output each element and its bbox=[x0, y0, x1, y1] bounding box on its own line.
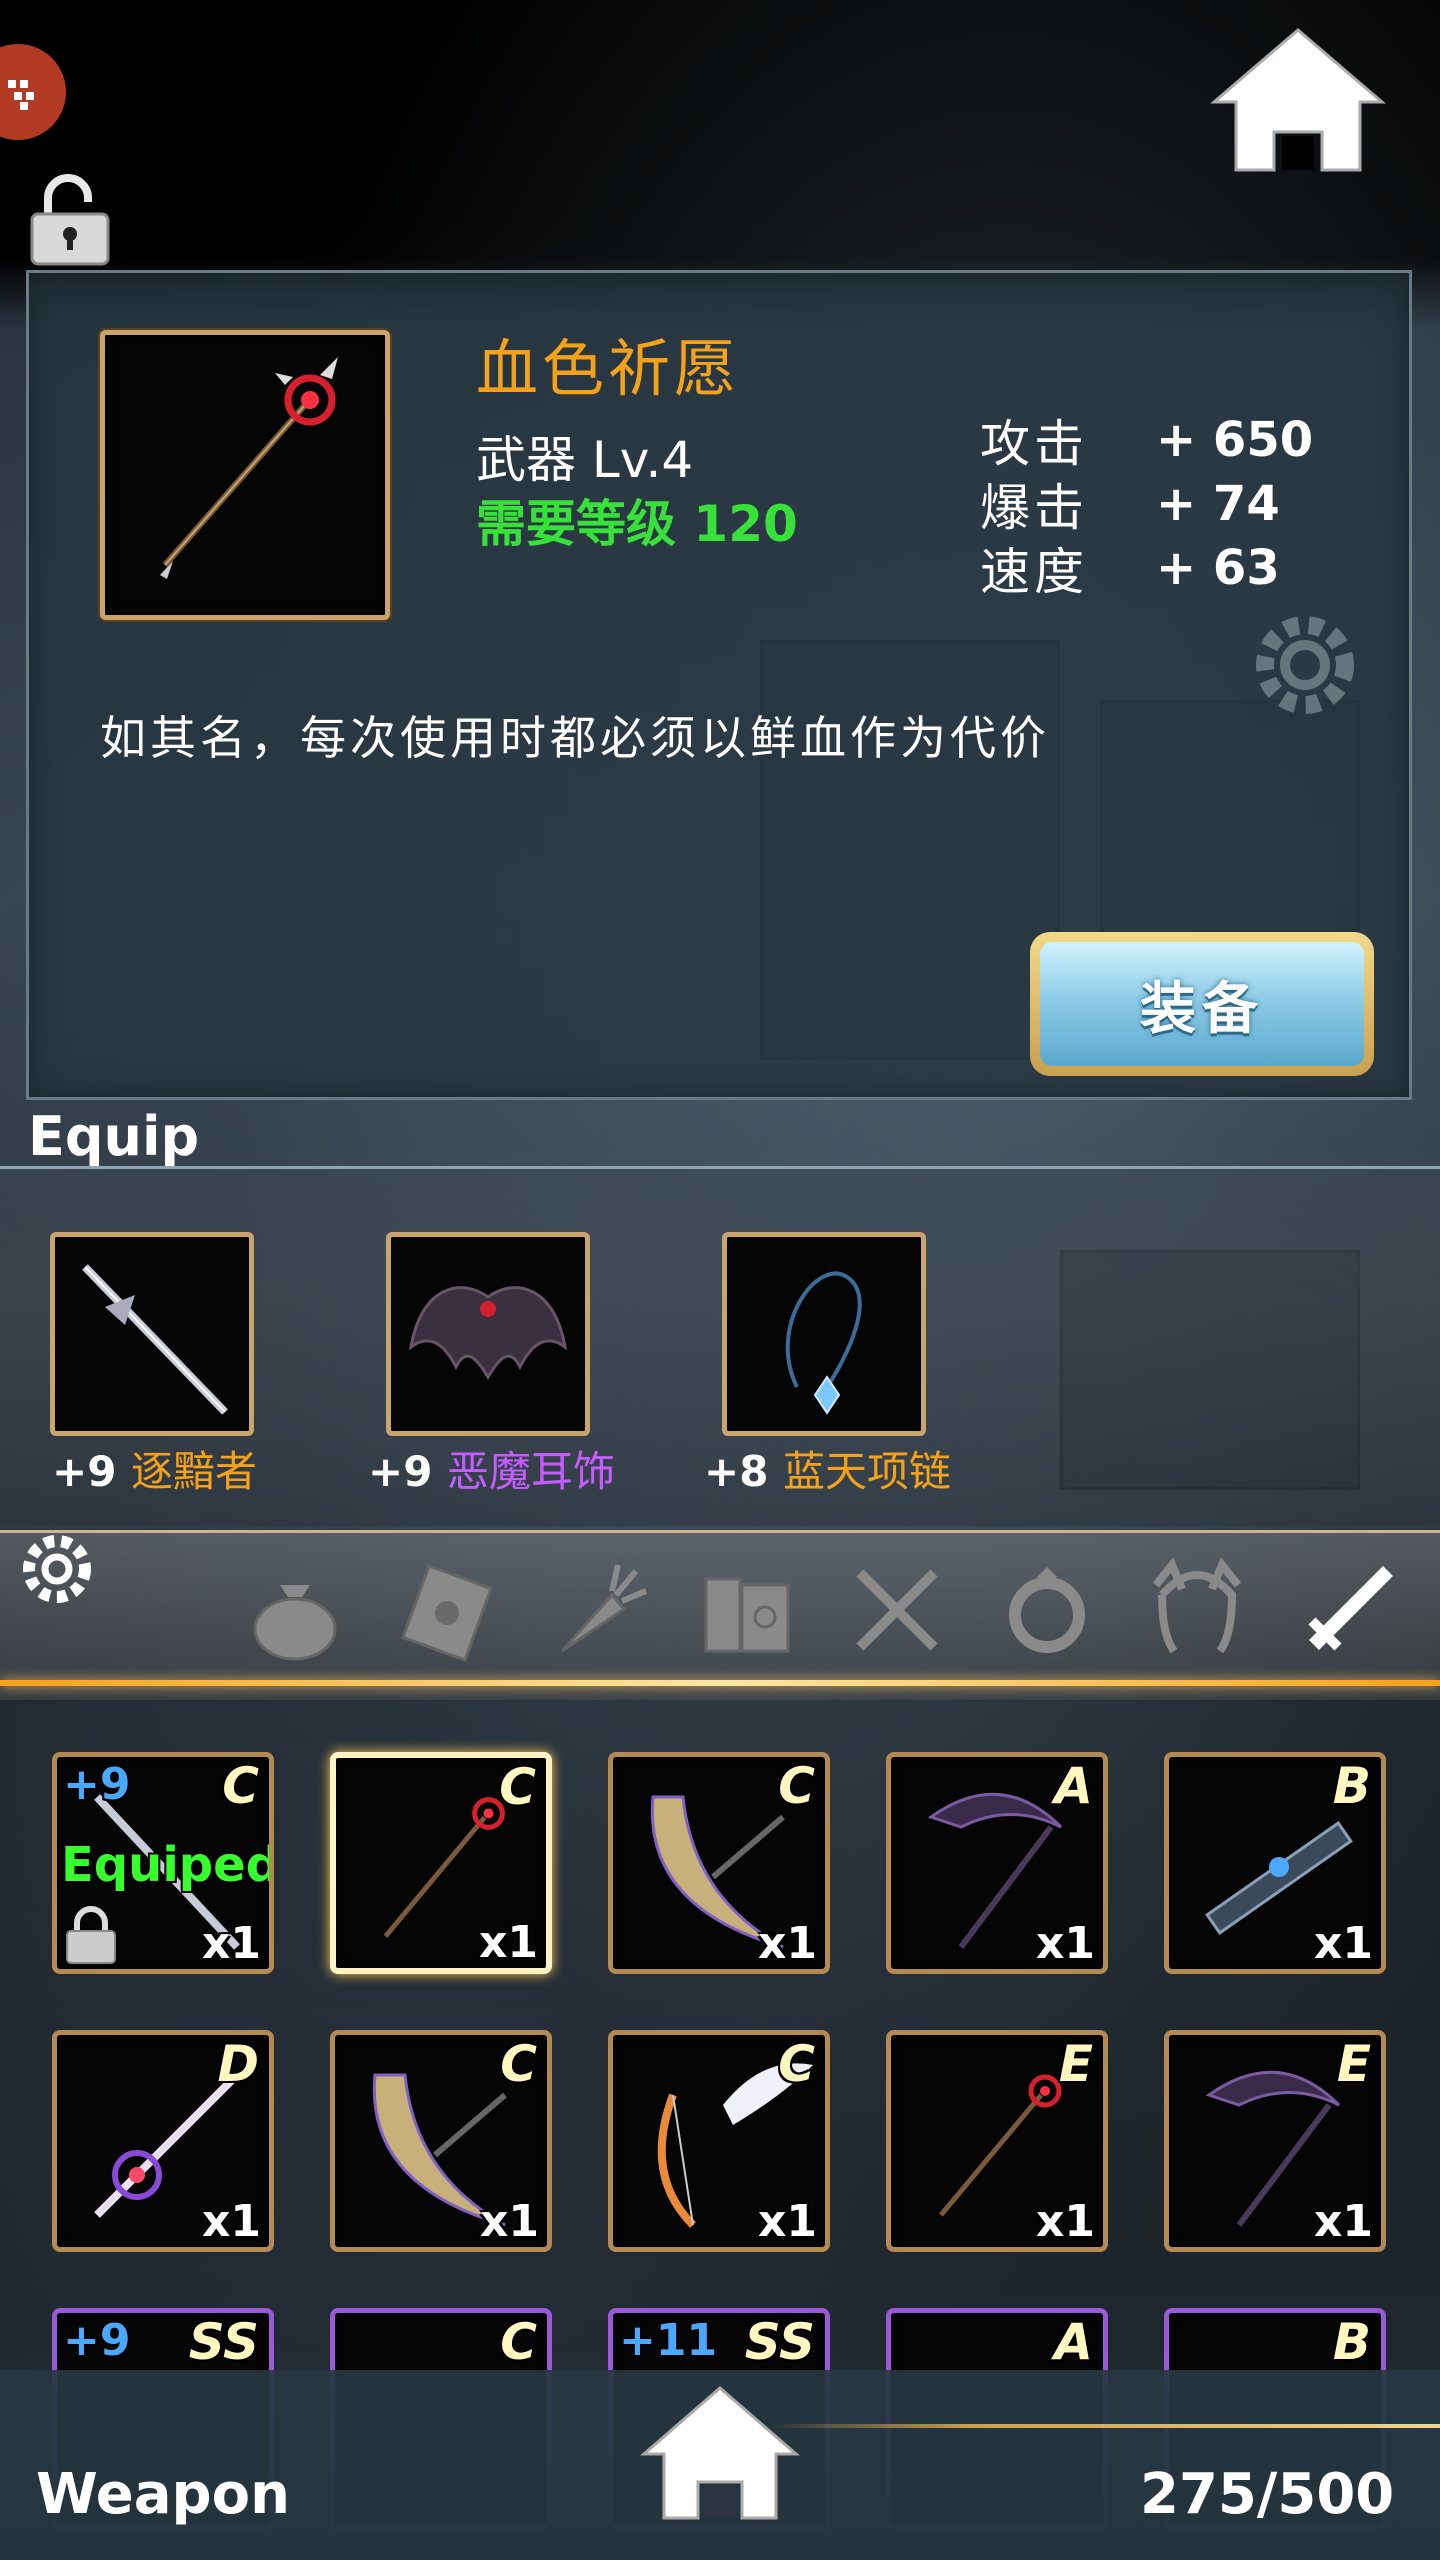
item-quantity: x1 bbox=[758, 1918, 817, 1969]
equip-button-label: 装备 bbox=[1040, 942, 1364, 1066]
stat-value: + 650 bbox=[1156, 412, 1314, 468]
item-quantity: x1 bbox=[202, 2196, 261, 2247]
inventory-slot[interactable]: C x1 bbox=[608, 1752, 830, 1974]
item-grade: A bbox=[1054, 2313, 1093, 2371]
tab-scroll[interactable] bbox=[392, 1555, 502, 1665]
item-grade: C bbox=[778, 2035, 815, 2093]
item-portrait bbox=[100, 330, 390, 620]
inventory-slot[interactable]: E x1 bbox=[1164, 2030, 1386, 2252]
equipped-weapon-label: +9 逐黯者 bbox=[52, 1438, 257, 1499]
item-grade: C bbox=[778, 1757, 815, 1815]
item-grade: D bbox=[217, 2035, 259, 2093]
item-stats: 攻击 + 650 爆击 + 74 速度 + 63 bbox=[980, 408, 1314, 601]
equip-button[interactable]: 装备 bbox=[1030, 932, 1374, 1076]
item-quantity: x1 bbox=[480, 2196, 539, 2247]
item-quantity: x1 bbox=[758, 2196, 817, 2247]
enhance-level: +8 bbox=[704, 1447, 769, 1496]
item-quantity: x1 bbox=[1036, 2196, 1095, 2247]
item-grade: C bbox=[500, 2313, 537, 2371]
item-grade: B bbox=[1332, 2313, 1371, 2371]
stat-value: + 63 bbox=[1156, 540, 1280, 596]
inventory-slot[interactable]: C x1 bbox=[608, 2030, 830, 2252]
equipped-weapon-slot[interactable] bbox=[50, 1232, 254, 1436]
settings-icon[interactable] bbox=[1240, 600, 1370, 730]
item-quantity: x1 bbox=[1314, 2196, 1373, 2247]
item-required-level: 需要等级 120 bbox=[476, 495, 798, 553]
item-grade: C bbox=[500, 2035, 537, 2093]
tab-carrot[interactable] bbox=[542, 1555, 652, 1665]
item-grade: A bbox=[1054, 1757, 1093, 1815]
dots-icon bbox=[8, 80, 34, 110]
sort-settings-icon[interactable] bbox=[12, 1524, 102, 1614]
stat-row: 攻击 + 650 bbox=[980, 408, 1314, 473]
item-grade: B bbox=[1332, 1757, 1371, 1815]
equipped-earring-label: +9 恶魔耳饰 bbox=[368, 1438, 615, 1499]
tab-ring[interactable] bbox=[992, 1555, 1102, 1665]
inventory-slot[interactable]: E x1 bbox=[886, 2030, 1108, 2252]
stat-name: 速度 bbox=[980, 543, 1088, 601]
item-grade: C bbox=[499, 1758, 536, 1816]
equipped-item-name: 逐黯者 bbox=[131, 1447, 258, 1496]
equip-section-title: Equip bbox=[28, 1105, 200, 1168]
equipped-item-name: 恶魔耳饰 bbox=[447, 1447, 616, 1496]
lock-icon bbox=[66, 1906, 116, 1964]
stat-row: 爆击 + 74 bbox=[980, 472, 1313, 537]
enhance-level: +9 bbox=[368, 1447, 433, 1496]
tab-books[interactable] bbox=[692, 1555, 802, 1665]
item-grade: SS bbox=[744, 2313, 815, 2371]
tab-bag[interactable] bbox=[240, 1555, 350, 1665]
equipped-necklace-slot[interactable] bbox=[722, 1232, 926, 1436]
tab-weapon-active[interactable] bbox=[1292, 1555, 1402, 1665]
inventory-slot[interactable]: C x1 bbox=[330, 2030, 552, 2252]
item-grade: SS bbox=[188, 2313, 259, 2371]
red-staff-icon bbox=[160, 357, 338, 579]
item-grade: E bbox=[1336, 2035, 1371, 2093]
tab-cat-ears[interactable] bbox=[1142, 1555, 1252, 1665]
home-icon[interactable] bbox=[640, 2382, 800, 2522]
stat-name: 爆击 bbox=[980, 479, 1088, 537]
inventory-slot[interactable]: A x1 bbox=[886, 1752, 1108, 1974]
inventory-slot[interactable]: +9 C Equiped x1 bbox=[52, 1752, 274, 1974]
item-name: 血色祈愿 bbox=[476, 332, 741, 405]
sword-icon bbox=[82, 1264, 228, 1415]
bottom-divider bbox=[770, 2424, 1440, 2428]
equipped-item-name: 蓝天项链 bbox=[783, 1447, 952, 1496]
item-description: 如其名，每次使用时都必须以鲜血作为代价 bbox=[100, 711, 1050, 765]
item-grade: C bbox=[222, 1757, 259, 1815]
inventory-slot[interactable]: B x1 bbox=[1164, 1752, 1386, 1974]
blue-necklace-icon bbox=[785, 1271, 862, 1415]
inventory-slot[interactable]: D x1 bbox=[52, 2030, 274, 2252]
home-icon[interactable] bbox=[1210, 24, 1386, 174]
equiped-status: Equiped bbox=[61, 1837, 274, 1893]
item-quantity: x1 bbox=[202, 1918, 261, 1969]
enhance-level: +11 bbox=[619, 2315, 718, 2366]
tab-divider bbox=[0, 1680, 1440, 1686]
tab-utensils[interactable] bbox=[842, 1555, 952, 1665]
enhance-level: +9 bbox=[63, 1759, 131, 1810]
inventory-category-label: Weapon bbox=[36, 2462, 290, 2527]
equipped-earring-slot[interactable] bbox=[386, 1232, 590, 1436]
item-quantity: x1 bbox=[1036, 1918, 1095, 1969]
enhance-level: +9 bbox=[52, 1447, 117, 1496]
unlock-icon[interactable] bbox=[26, 172, 114, 268]
equipped-necklace-label: +8 蓝天项链 bbox=[704, 1438, 951, 1499]
inventory-slot-selected[interactable]: C x1 bbox=[330, 1752, 552, 1974]
item-quantity: x1 bbox=[1314, 1918, 1373, 1969]
inventory-count: 275/500 bbox=[1140, 2462, 1395, 2527]
stat-value: + 74 bbox=[1156, 476, 1280, 532]
item-type-level: 武器 Lv.4 bbox=[476, 431, 694, 489]
enhance-level: +9 bbox=[63, 2315, 131, 2366]
item-quantity: x1 bbox=[479, 1917, 538, 1968]
bat-wing-earring-icon bbox=[408, 1286, 568, 1380]
stat-row: 速度 + 63 bbox=[980, 536, 1313, 601]
stat-name: 攻击 bbox=[980, 415, 1088, 473]
item-grade: E bbox=[1058, 2035, 1093, 2093]
